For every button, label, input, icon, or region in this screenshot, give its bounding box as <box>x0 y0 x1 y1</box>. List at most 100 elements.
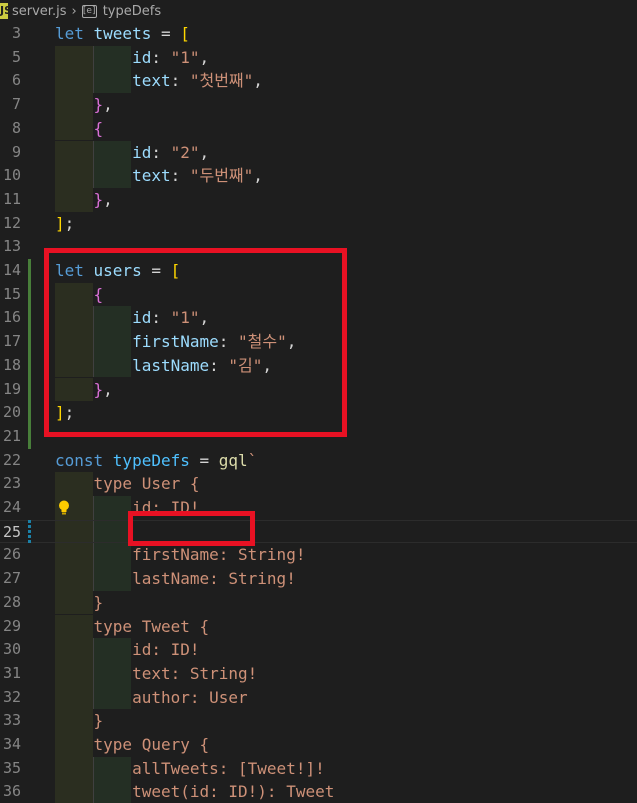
line-number: 10 <box>2 166 21 185</box>
line-number: 9 <box>11 142 21 161</box>
code-line[interactable]: 27 lastName: String! <box>0 567 637 591</box>
line-number: 14 <box>2 261 21 279</box>
code-token: text: String! <box>55 663 258 683</box>
code-token: , <box>103 189 113 209</box>
code-text: allTweets: [Tweet!]! <box>55 757 325 781</box>
line-number: 27 <box>2 569 21 588</box>
code-token: , <box>199 142 210 162</box>
line-number: 25 <box>2 522 21 541</box>
code-token: "두번째" <box>189 166 254 186</box>
code-line[interactable]: 5 id: "1", <box>0 45 637 70</box>
code-token: : <box>151 47 171 67</box>
code-text: author: User <box>55 686 248 710</box>
code-text: id: "1", <box>55 46 209 70</box>
code-line[interactable]: 11 }, <box>0 187 637 212</box>
code-token: ; <box>64 213 75 233</box>
code-line[interactable]: 31 text: String! <box>0 661 637 686</box>
code-line[interactable]: 12]; <box>0 212 637 236</box>
code-token: author: User <box>55 687 248 707</box>
line-number: 20 <box>2 403 21 422</box>
code-text: ]; <box>55 212 74 236</box>
code-token: "1" <box>170 47 200 67</box>
code-line[interactable]: 22 const typeDefs = gql` <box>0 449 637 473</box>
line-number: 36 <box>2 782 21 801</box>
code-text: } <box>55 709 104 733</box>
code-token: = <box>189 450 219 470</box>
lightbulb-icon[interactable] <box>58 500 70 516</box>
code-line[interactable]: 23 type User { <box>0 472 637 496</box>
code-text: text: "첫번째", <box>55 69 263 93</box>
code-line[interactable]: 6 text: "첫번째", <box>0 69 637 94</box>
code-text: lastName: String! <box>55 567 296 591</box>
code-line[interactable]: 28 } <box>0 590 637 615</box>
code-token: } <box>55 95 104 115</box>
line-number: 13 <box>2 237 21 256</box>
highlight-box-users-array <box>44 248 347 437</box>
code-token: tweets <box>93 24 152 43</box>
line-number: 26 <box>2 545 21 564</box>
code-token: "2" <box>170 142 200 162</box>
code-line[interactable]: 10 text: "두번째", <box>0 164 637 188</box>
indent-guide-line <box>93 520 94 543</box>
line-number: 35 <box>2 758 21 777</box>
code-token: tweet(id: ID!): Tweet <box>55 782 335 802</box>
chevron-right-icon: › <box>71 3 77 19</box>
line-number: 24 <box>2 498 21 516</box>
indent-guide <box>93 520 131 543</box>
code-token: text <box>55 166 171 186</box>
line-number: 19 <box>2 379 21 398</box>
line-number: 31 <box>2 663 21 682</box>
code-token: gql <box>218 450 248 470</box>
line-number: 22 <box>2 450 21 469</box>
code-text: }, <box>55 188 113 212</box>
breadcrumb-file[interactable]: server.js <box>12 4 66 19</box>
code-line[interactable]: 9 id: "2", <box>0 140 637 165</box>
code-line[interactable]: 35 allTweets: [Tweet!]! <box>0 756 637 781</box>
code-token: , <box>253 71 263 91</box>
code-line[interactable]: 7 }, <box>0 93 637 117</box>
code-token: text <box>55 71 171 91</box>
code-token: type User { <box>55 474 200 494</box>
code-token: id <box>55 142 152 162</box>
code-text: type Tweet { <box>55 615 210 639</box>
code-token: : <box>151 142 171 162</box>
code-token: } <box>55 189 104 209</box>
code-line[interactable]: 34 type Query { <box>0 733 637 757</box>
line-number: 6 <box>11 71 21 90</box>
line-number: 18 <box>2 355 21 374</box>
line-number: 34 <box>2 735 21 753</box>
code-line[interactable]: 32 author: User <box>0 685 637 710</box>
line-number: 15 <box>2 284 21 303</box>
code-line[interactable]: 24 id: ID! <box>0 496 637 520</box>
line-number: 3 <box>11 24 21 42</box>
git-added-marker[interactable] <box>28 259 31 449</box>
code-token: { <box>55 118 104 138</box>
code-token: [ <box>180 24 190 43</box>
code-token: type Tweet { <box>55 616 210 636</box>
code-text: text: String! <box>55 662 257 686</box>
breadcrumb-symbol[interactable]: typeDefs <box>103 4 161 19</box>
code-line[interactable]: 8 { <box>0 116 637 141</box>
code-token: ` <box>247 450 258 470</box>
code-line[interactable]: 36 tweet(id: ID!): Tweet <box>0 780 637 803</box>
code-token: allTweets: [Tweet!]! <box>55 758 325 778</box>
line-number: 11 <box>2 189 21 208</box>
line-number: 16 <box>2 308 21 327</box>
code-text: { <box>55 117 104 141</box>
code-token: } <box>55 711 104 731</box>
code-line[interactable]: 33 } <box>0 709 637 733</box>
code-token: , <box>103 95 113 115</box>
code-text: id: ID! <box>55 638 199 662</box>
git-modified-marker[interactable] <box>28 519 31 544</box>
code-line[interactable]: 25 <box>0 519 637 544</box>
code-line[interactable]: 29 type Tweet { <box>0 614 637 639</box>
line-number: 21 <box>2 426 21 445</box>
code-text: id: "2", <box>55 141 209 165</box>
code-line[interactable]: 26 firstName: String! <box>0 543 637 568</box>
code-line[interactable]: 3 let tweets = [ <box>0 22 637 46</box>
code-token: lastName: String! <box>55 569 296 589</box>
code-text: type User { <box>55 472 200 496</box>
code-token: ] <box>55 213 65 233</box>
breadcrumb: JS server.js › [e] typeDefs <box>0 0 637 22</box>
code-line[interactable]: 30 id: ID! <box>0 638 637 662</box>
